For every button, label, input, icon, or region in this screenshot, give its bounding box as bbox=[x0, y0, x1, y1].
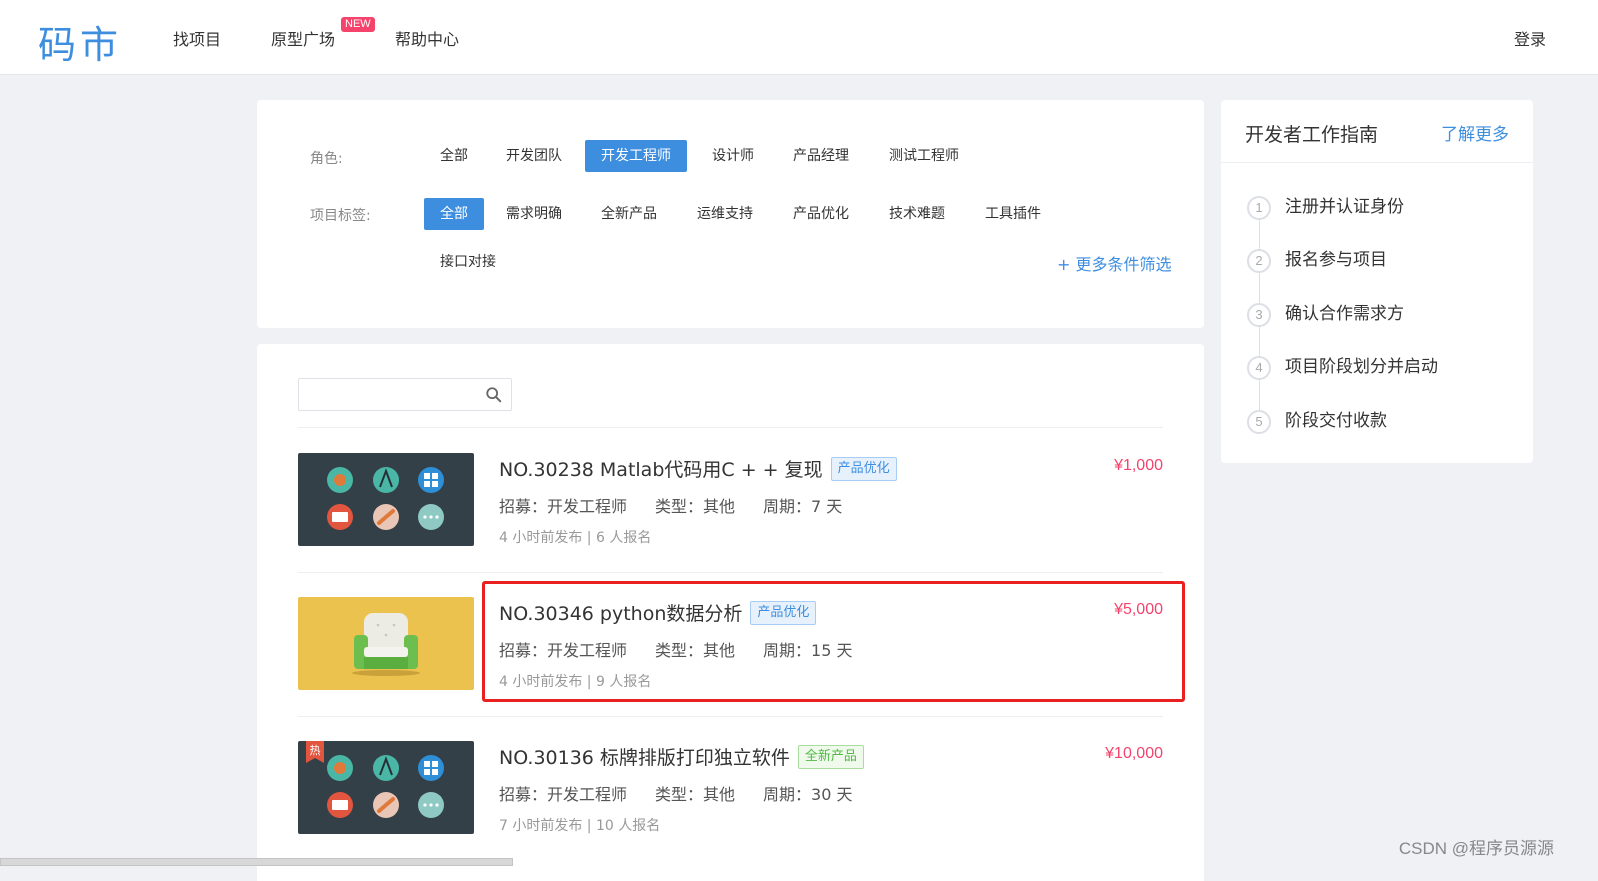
tag-chip-new-product[interactable]: 全新产品 bbox=[585, 198, 673, 230]
nav-find-projects[interactable]: 找项目 bbox=[173, 26, 221, 50]
step-number: 5 bbox=[1247, 410, 1271, 434]
tag-chip-tool-plugin[interactable]: 工具插件 bbox=[969, 198, 1057, 230]
tag-chip-optimization[interactable]: 产品优化 bbox=[777, 198, 865, 230]
role-chip-developer[interactable]: 开发工程师 bbox=[585, 140, 687, 172]
search-input[interactable] bbox=[298, 378, 512, 411]
step-number: 1 bbox=[1247, 196, 1271, 220]
project-title[interactable]: NO.30136 标牌排版打印独立软件 全新产品 bbox=[499, 743, 864, 771]
highlight-box bbox=[482, 581, 1185, 702]
guide-title: 开发者工作指南 bbox=[1245, 124, 1379, 146]
project-item[interactable]: NO.30238 Matlab代码用C + + 复现 产品优化 ¥1,000 招募… bbox=[298, 453, 1163, 563]
sofa-illustration bbox=[352, 613, 420, 676]
tag-chip-all[interactable]: 全部 bbox=[424, 198, 484, 230]
tag-chip-ops-support[interactable]: 运维支持 bbox=[681, 198, 769, 230]
tag-chip-tech-challenge[interactable]: 技术难题 bbox=[873, 198, 961, 230]
role-chip-designer[interactable]: 设计师 bbox=[696, 140, 770, 172]
hot-badge: 热 bbox=[310, 744, 321, 757]
project-title[interactable]: NO.30238 Matlab代码用C + + 复现 产品优化 bbox=[499, 455, 897, 483]
learn-more-link[interactable]: 了解更多 bbox=[1441, 120, 1509, 145]
tag-chip-clear-req[interactable]: 需求明确 bbox=[490, 198, 578, 230]
project-thumbnail[interactable] bbox=[298, 453, 474, 546]
step-number: 3 bbox=[1247, 303, 1271, 327]
tag-label: 项目标签: bbox=[310, 208, 371, 224]
step-number: 4 bbox=[1247, 356, 1271, 380]
horizontal-scrollbar[interactable] bbox=[0, 858, 513, 866]
project-posted-info: 4 小时前发布 | 6 人报名 bbox=[499, 530, 652, 546]
search-icon[interactable] bbox=[485, 386, 503, 404]
project-tag: 产品优化 bbox=[830, 456, 897, 481]
step-text: 项目阶段划分并启动 bbox=[1285, 357, 1438, 377]
nav-prototype-square[interactable]: 原型广场 bbox=[271, 26, 335, 50]
divider bbox=[298, 427, 1163, 428]
project-item[interactable]: 热 NO.30136 标牌排版打印独立软件 全新产品 ¥10,000 招募：开发工… bbox=[298, 741, 1163, 851]
step-text: 注册并认证身份 bbox=[1285, 197, 1404, 217]
app-icons-illustration: 热 bbox=[306, 741, 444, 818]
role-label: 角色: bbox=[310, 151, 343, 167]
project-price: ¥10,000 bbox=[1105, 745, 1163, 762]
divider bbox=[298, 716, 1163, 717]
step-text: 确认合作需求方 bbox=[1285, 304, 1404, 324]
divider bbox=[298, 572, 1163, 573]
site-logo[interactable]: 码市 bbox=[38, 14, 122, 69]
more-filters-link[interactable]: + 更多条件筛选 bbox=[1057, 251, 1172, 275]
project-price: ¥1,000 bbox=[1114, 457, 1163, 474]
filter-panel: 角色: 全部 开发团队 开发工程师 设计师 产品经理 测试工程师 项目标签: 全… bbox=[257, 100, 1204, 328]
step-text: 报名参与项目 bbox=[1285, 250, 1387, 270]
login-link[interactable]: 登录 bbox=[1514, 26, 1546, 50]
new-badge: NEW bbox=[341, 17, 375, 32]
project-tag: 全新产品 bbox=[797, 744, 864, 769]
step-number: 2 bbox=[1247, 249, 1271, 273]
role-chip-all[interactable]: 全部 bbox=[424, 140, 484, 172]
top-navbar: 码市 找项目 原型广场 NEW 帮助中心 登录 bbox=[0, 0, 1598, 75]
role-chip-tester[interactable]: 测试工程师 bbox=[873, 140, 975, 172]
app-icons-illustration bbox=[327, 467, 444, 530]
project-meta: 招募：开发工程师 类型：其他 周期：7 天 bbox=[499, 497, 843, 516]
project-thumbnail[interactable]: 热 bbox=[298, 741, 474, 834]
project-thumbnail[interactable] bbox=[298, 597, 474, 690]
step-text: 阶段交付收款 bbox=[1285, 411, 1387, 431]
watermark: CSDN @程序员源源 bbox=[1398, 839, 1554, 858]
role-chip-dev-team[interactable]: 开发团队 bbox=[490, 140, 578, 172]
role-chip-product-manager[interactable]: 产品经理 bbox=[777, 140, 865, 172]
nav-help-center[interactable]: 帮助中心 bbox=[395, 26, 459, 50]
developer-guide-panel: 开发者工作指南 了解更多 1 注册并认证身份 2 报名参与项目 3 确认合作需求… bbox=[1221, 100, 1533, 463]
divider bbox=[1221, 162, 1533, 163]
project-meta: 招募：开发工程师 类型：其他 周期：30 天 bbox=[499, 785, 853, 804]
tag-chip-api[interactable]: 接口对接 bbox=[424, 246, 512, 278]
project-posted-info: 7 小时前发布 | 10 人报名 bbox=[499, 818, 661, 834]
